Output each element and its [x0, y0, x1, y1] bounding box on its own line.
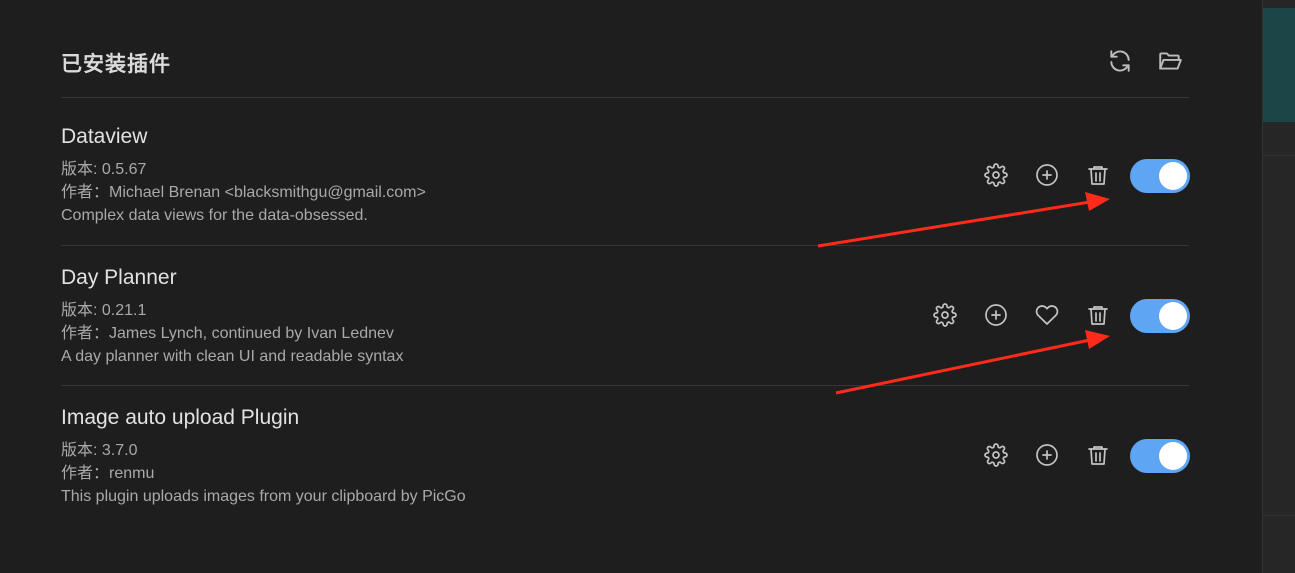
plugin-name: Image auto upload Plugin [61, 406, 300, 429]
plugin-enable-toggle[interactable] [1130, 299, 1190, 333]
plugin-uninstall-button[interactable] [1083, 160, 1113, 190]
divider [1263, 515, 1295, 516]
plugin-name: Day Planner [61, 266, 177, 289]
plugin-item-dataview: Dataview 版本: 0.5.67 作者：Michael Brenan <b… [61, 124, 1191, 227]
open-plugins-folder-button[interactable] [1155, 46, 1185, 76]
gear-icon [984, 443, 1008, 467]
plugin-uninstall-button[interactable] [1083, 300, 1113, 330]
section-header: 已安装插件 [61, 44, 1189, 96]
folder-open-icon [1159, 52, 1182, 70]
installed-plugins-panel: 已安装插件 Dataview 版本: 0.5.67 作者：Michael Bre… [0, 0, 1262, 573]
plugin-version: 版本: 3.7.0 [61, 442, 138, 459]
toggle-knob [1159, 162, 1187, 190]
trash-icon [1088, 306, 1108, 325]
plugin-author: 作者：Michael Brenan <blacksmithgu@gmail.co… [61, 184, 426, 201]
plugin-version: 版本: 0.5.67 [61, 161, 147, 178]
plugin-enable-toggle[interactable] [1130, 159, 1190, 193]
plugin-hotkeys-button[interactable] [1032, 160, 1062, 190]
plugin-name: Dataview [61, 125, 148, 148]
plugin-enable-toggle[interactable] [1130, 439, 1190, 473]
plugin-uninstall-button[interactable] [1083, 440, 1113, 470]
divider [61, 97, 1189, 98]
gear-icon [933, 303, 957, 327]
refresh-icon [1110, 50, 1130, 72]
plugin-description: Complex data views for the data-obsessed… [61, 207, 368, 224]
plugin-item-day-planner: Day Planner 版本: 0.21.1 作者：James Lynch, c… [61, 265, 1191, 368]
plugin-author: 作者：renmu [61, 465, 155, 482]
plugin-hotkeys-button[interactable] [981, 300, 1011, 330]
divider [61, 385, 1189, 386]
heart-icon [1035, 305, 1059, 325]
plugin-hotkeys-button[interactable] [1032, 440, 1062, 470]
refresh-button[interactable] [1105, 46, 1135, 76]
side-panel-accent [1263, 8, 1295, 122]
plugin-settings-button[interactable] [930, 300, 960, 330]
plus-circle-icon [1036, 164, 1058, 186]
divider [1263, 155, 1295, 156]
plugin-settings-button[interactable] [981, 160, 1011, 190]
plugin-description: This plugin uploads images from your cli… [61, 488, 466, 505]
plugin-settings-button[interactable] [981, 440, 1011, 470]
page-title: 已安装插件 [61, 53, 171, 76]
plugin-author: 作者：James Lynch, continued by Ivan Lednev [61, 325, 394, 342]
side-panel-edge [1262, 0, 1295, 573]
trash-icon [1088, 446, 1108, 465]
plus-circle-icon [1036, 444, 1058, 466]
divider [61, 245, 1189, 246]
toggle-knob [1159, 302, 1187, 330]
toggle-knob [1159, 442, 1187, 470]
plus-circle-icon [985, 304, 1007, 326]
plugin-description: A day planner with clean UI and readable… [61, 348, 404, 365]
plugin-item-image-auto-upload: Image auto upload Plugin 版本: 3.7.0 作者：re… [61, 405, 1191, 508]
plugin-version: 版本: 0.21.1 [61, 302, 147, 319]
plugin-donate-button[interactable] [1032, 300, 1062, 330]
gear-icon [984, 163, 1008, 187]
trash-icon [1088, 166, 1108, 185]
